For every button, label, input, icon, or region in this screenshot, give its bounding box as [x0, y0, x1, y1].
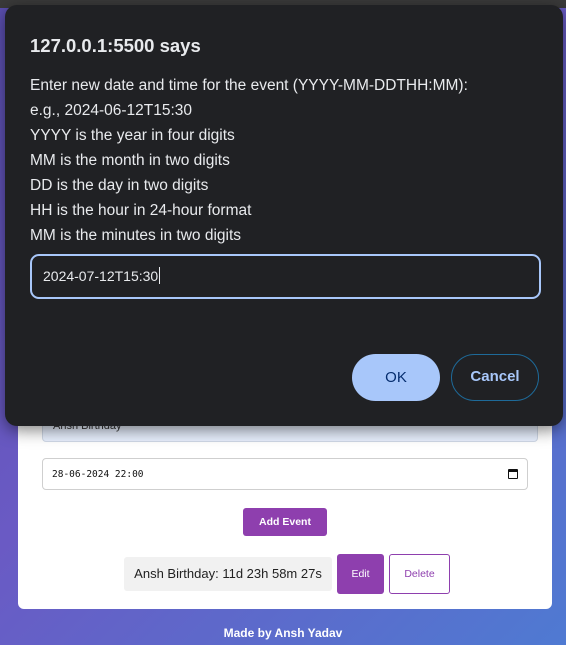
ok-button[interactable]: OK	[352, 354, 440, 401]
event-datetime-value: 28-06-2024 22:00	[52, 469, 144, 480]
delete-event-button[interactable]: Delete	[389, 554, 450, 594]
dialog-message-line: MM is the minutes in two digits	[30, 227, 242, 244]
event-countdown-text: Ansh Birthday: 11d 23h 58m 27s	[124, 557, 332, 591]
dialog-message-line: e.g., 2024-06-12T15:30	[30, 102, 193, 119]
event-datetime-input[interactable]: 28-06-2024 22:00	[42, 458, 528, 490]
dialog-message-line: DD is the day in two digits	[30, 177, 209, 194]
edit-event-button[interactable]: Edit	[337, 554, 384, 594]
dialog-input-value: 2024-07-12T15:30	[43, 267, 161, 284]
dialog-title: 127.0.0.1:5500 says	[30, 35, 201, 56]
dialog-message: Enter new date and time for the event (Y…	[30, 73, 468, 248]
dialog-message-line: Enter new date and time for the event (Y…	[30, 77, 468, 94]
dialog-message-line: YYYY is the year in four digits	[30, 127, 235, 144]
footer-credit: Made by Ansh Yadav	[223, 626, 343, 640]
text-caret	[159, 267, 161, 284]
dialog-text-input[interactable]: 2024-07-12T15:30	[30, 254, 541, 299]
add-event-button[interactable]: Add Event	[243, 508, 327, 536]
dialog-message-line: MM is the month in two digits	[30, 152, 230, 169]
calendar-icon[interactable]	[508, 469, 518, 479]
cancel-button[interactable]: Cancel	[451, 354, 539, 401]
prompt-dialog: 127.0.0.1:5500 says Enter new date and t…	[5, 5, 563, 426]
dialog-message-line: HH is the hour in 24-hour format	[30, 202, 252, 219]
